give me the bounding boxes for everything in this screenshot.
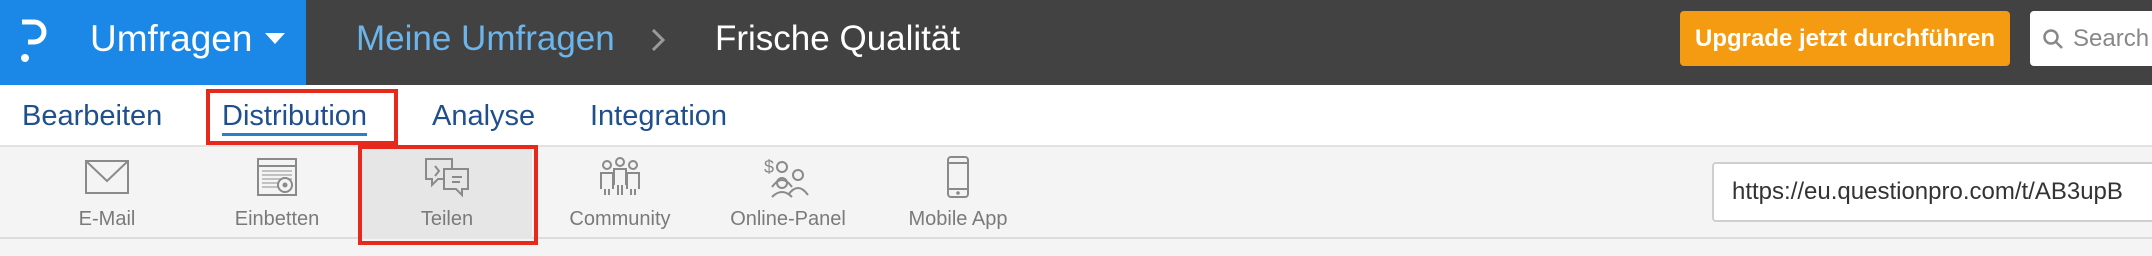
svg-text:$: $ xyxy=(764,157,774,177)
toolbar-item-mobile-app[interactable]: Mobile App xyxy=(892,149,1024,239)
breadcrumb-current-survey: Frische Qualität xyxy=(715,19,961,58)
toolbar-item-email[interactable]: E-Mail xyxy=(47,149,167,239)
community-icon xyxy=(600,157,640,195)
breadcrumb-my-surveys[interactable]: Meine Umfragen xyxy=(356,16,615,62)
search-input[interactable]: Search xyxy=(2030,11,2152,66)
toolbar-label-embed: Einbetten xyxy=(234,208,320,230)
distribution-toolbar: E-Mail Einbetten Teilen Community $ Onli… xyxy=(0,149,2152,239)
toolbar-label-email: E-Mail xyxy=(78,208,136,230)
survey-url-field[interactable]: https://eu.questionpro.com/t/AB3upB xyxy=(1712,162,2152,222)
toolbar-item-community[interactable]: Community xyxy=(555,149,685,239)
chevron-down-icon xyxy=(265,33,285,44)
toolbar-label-community: Community xyxy=(569,208,671,230)
toolbar-item-embed[interactable]: Einbetten xyxy=(217,149,337,239)
toolbar-label-online-panel: Online-Panel xyxy=(730,208,846,230)
top-bar: Umfragen Meine Umfragen Frische Qualität… xyxy=(0,0,2152,85)
tab-bearbeiten[interactable]: Bearbeiten xyxy=(22,99,162,133)
chevron-right-icon xyxy=(651,28,666,52)
toolbar-item-online-panel[interactable]: $ Online-Panel xyxy=(718,149,858,239)
survey-url: https://eu.questionpro.com/t/AB3upB xyxy=(1732,178,2123,205)
highlight-distribution-tab xyxy=(206,89,398,145)
tab-analyse[interactable]: Analyse xyxy=(432,99,535,133)
toolbar-label-mobile-app: Mobile App xyxy=(908,208,1008,230)
highlight-share-tool xyxy=(358,145,538,245)
embed-icon xyxy=(257,158,297,196)
app-title: Umfragen xyxy=(90,18,253,59)
envelope-icon xyxy=(85,160,129,194)
search-icon xyxy=(2043,29,2063,49)
upgrade-button[interactable]: Upgrade jetzt durchführen xyxy=(1680,11,2010,66)
questionpro-logo-icon xyxy=(21,19,47,62)
online-panel-icon: $ xyxy=(764,157,809,198)
app-switcher[interactable]: Umfragen xyxy=(0,0,306,85)
tab-integration[interactable]: Integration xyxy=(590,99,727,133)
search-placeholder: Search xyxy=(2073,25,2150,52)
mobile-app-icon xyxy=(947,156,969,198)
